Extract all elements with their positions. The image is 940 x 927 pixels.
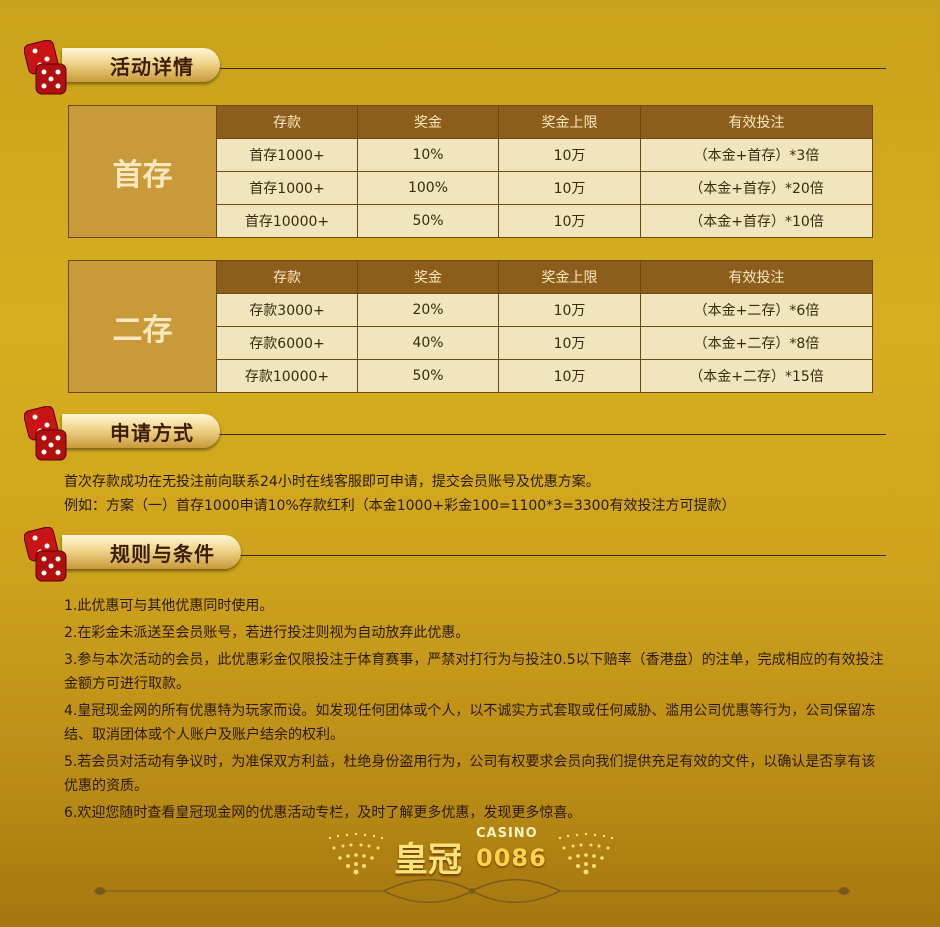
table-header-cell: 存款 <box>216 260 358 294</box>
section-header-apply: 申请方式 <box>24 406 886 462</box>
logo-casino-text: CASINO <box>476 826 538 841</box>
section-title-details: 活动详情 <box>62 48 220 82</box>
table-header-cell: 奖金 <box>357 105 499 139</box>
table-cell: 10万 <box>498 171 641 205</box>
table-cell: 首存1000+ <box>216 171 358 205</box>
ornament-divider <box>94 879 850 903</box>
table-cell: （本金+首存）*20倍 <box>640 171 873 205</box>
logo-number-text: 0086 <box>476 844 547 872</box>
table-cell: （本金+二存）*15倍 <box>640 359 873 393</box>
table-header-cell: 有效投注 <box>640 105 873 139</box>
logo-main-text: 皇冠 <box>394 840 462 880</box>
dice-icon <box>24 40 67 95</box>
rule-item: 4.皇冠现金网的所有优惠特为玩家而设。如发现任何团体或个人，以不诚实方式套取或任… <box>64 703 876 743</box>
table-cell: 100% <box>357 171 499 205</box>
table-cell: 20% <box>357 293 499 327</box>
table-cell: 存款3000+ <box>216 293 358 327</box>
table-cell: 10万 <box>498 326 641 360</box>
brand-logo: 皇冠 CASINO 0086 <box>326 826 616 880</box>
section-header-rules: 规则与条件 <box>24 527 886 583</box>
table-cell: 10万 <box>498 138 641 172</box>
table-header-row: 首存 存款 奖金 奖金上限 有效投注 <box>68 105 873 238</box>
table-side-label: 首存 <box>68 105 217 238</box>
table-cell: （本金+首存）*10倍 <box>640 204 873 238</box>
second-deposit-table: 二存 存款 奖金 奖金上限 有效投注 存款3000+ 20% 10万 （本金+二… <box>68 260 873 393</box>
table-header-cell: 存款 <box>216 105 358 139</box>
crown-fan-left-icon <box>328 832 384 875</box>
rules-list: 1.此优惠可与其他优惠同时使用。 2.在彩金未派送至会员账号，若进行投注则视为自… <box>64 594 884 828</box>
section-title-apply: 申请方式 <box>62 414 220 448</box>
divider-line <box>230 555 886 556</box>
table-header-cell: 有效投注 <box>640 260 873 294</box>
table-cell: （本金+首存）*3倍 <box>640 138 873 172</box>
table-cell: 40% <box>357 326 499 360</box>
table-cell: 50% <box>357 359 499 393</box>
table-header-cell: 奖金上限 <box>498 260 641 294</box>
table-cell: 存款10000+ <box>216 359 358 393</box>
table-cell: 首存10000+ <box>216 204 358 238</box>
table-cell: 首存1000+ <box>216 138 358 172</box>
dice-icon <box>24 406 67 461</box>
rule-item: 1.此优惠可与其他优惠同时使用。 <box>64 598 274 614</box>
apply-text: 首次存款成功在无投注前向联系24小时在线客服即可申请，提交会员账号及优惠方案。 … <box>64 470 735 518</box>
apply-line-1: 首次存款成功在无投注前向联系24小时在线客服即可申请，提交会员账号及优惠方案。 <box>64 474 600 490</box>
divider-line <box>204 68 886 69</box>
crown-fan-right-icon <box>558 832 614 875</box>
table-cell: （本金+二存）*6倍 <box>640 293 873 327</box>
table-side-label: 二存 <box>68 260 217 393</box>
rule-item: 3.参与本次活动的会员，此优惠彩金仅限投注于体育赛事，严禁对打行为与投注0.5以… <box>64 652 884 692</box>
table-cell: 10万 <box>498 359 641 393</box>
table-cell: 存款6000+ <box>216 326 358 360</box>
first-deposit-table: 首存 存款 奖金 奖金上限 有效投注 首存1000+ 10% 10万 （本金+首… <box>68 105 873 238</box>
section-header-details: 活动详情 <box>24 40 886 96</box>
table-cell: （本金+二存）*8倍 <box>640 326 873 360</box>
table-cell: 10% <box>357 138 499 172</box>
rule-item: 2.在彩金未派送至会员账号，若进行投注则视为自动放弃此优惠。 <box>64 625 470 641</box>
apply-line-2: 例如：方案（一）首存1000申请10%存款红利（本金1000+彩金100=110… <box>64 498 736 514</box>
section-title-rules: 规则与条件 <box>62 535 241 569</box>
table-header-cell: 奖金上限 <box>498 105 641 139</box>
table-cell: 10万 <box>498 293 641 327</box>
table-header-cell: 奖金 <box>357 260 499 294</box>
rule-item: 6.欢迎您随时查看皇冠现金网的优惠活动专栏，及时了解更多优惠，发现更多惊喜。 <box>64 805 582 821</box>
dice-icon <box>24 527 67 582</box>
table-cell: 50% <box>357 204 499 238</box>
rule-item: 5.若会员对活动有争议时，为准保双方利益，杜绝身份盗用行为，公司有权要求会员向我… <box>64 754 876 794</box>
table-header-row: 二存 存款 奖金 奖金上限 有效投注 <box>68 260 873 393</box>
table-cell: 10万 <box>498 204 641 238</box>
divider-line <box>204 434 886 435</box>
